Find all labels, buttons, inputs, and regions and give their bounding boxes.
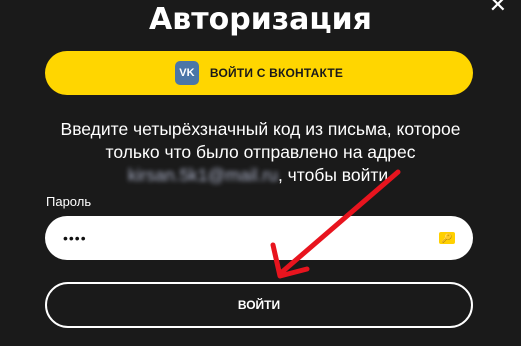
password-label: Пароль: [46, 194, 92, 209]
instructions-line-1: Введите четырёхзначный код из письма, ко…: [60, 119, 461, 139]
blurred-email: kirsan.5k1@mail.ru: [127, 165, 278, 185]
code-instructions: Введите четырёхзначный код из письма, ко…: [30, 118, 491, 187]
dialog-title: Авторизация: [149, 2, 372, 37]
password-manager-key-icon[interactable]: 🔑: [439, 232, 455, 244]
vk-login-button[interactable]: VK ВОЙТИ С ВКОНТАКТЕ: [45, 51, 473, 95]
instructions-line-3: , чтобы войти.: [277, 165, 394, 185]
submit-login-button[interactable]: ВОЙТИ: [45, 282, 473, 328]
vk-logo-icon: VK: [174, 61, 199, 85]
password-value[interactable]: ••••: [63, 230, 439, 246]
password-field[interactable]: •••• 🔑: [45, 216, 473, 260]
instructions-line-2: только что было отправлено на адрес: [105, 142, 416, 162]
vk-login-label: ВОЙТИ С ВКОНТАКТЕ: [209, 66, 344, 80]
submit-login-label: ВОЙТИ: [237, 298, 281, 312]
